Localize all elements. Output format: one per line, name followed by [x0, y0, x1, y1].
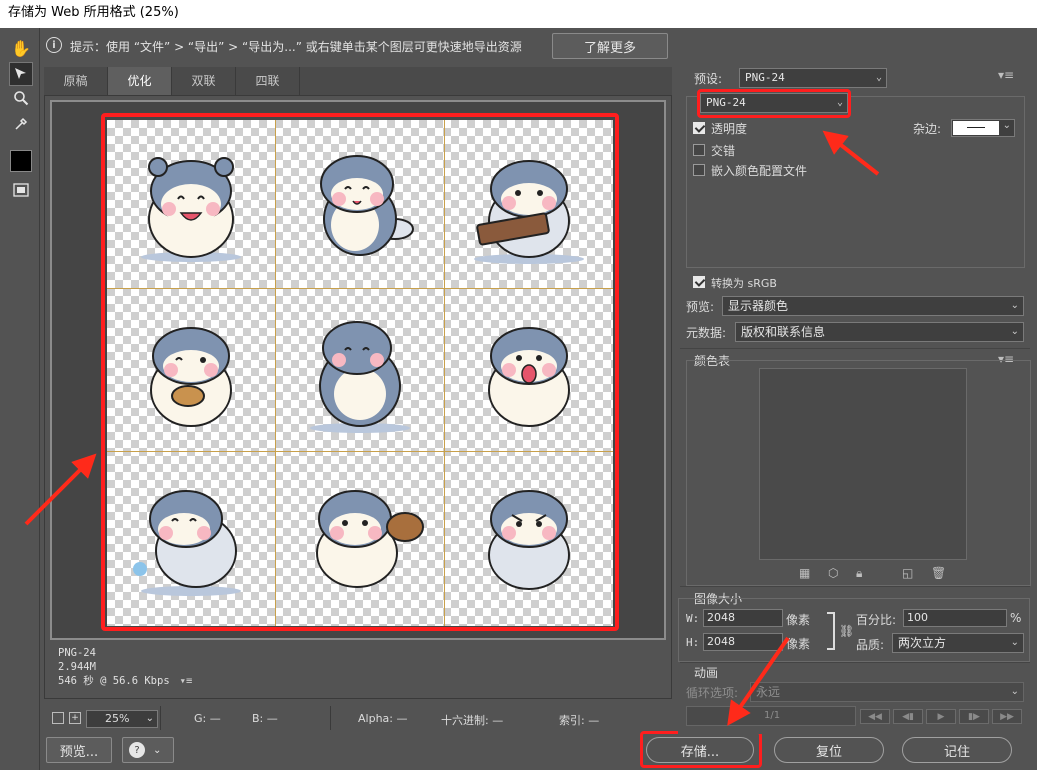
arrow-to-image [24, 453, 97, 526]
annotation-arrows [24, 130, 880, 726]
arrow-to-format [822, 130, 880, 176]
arrow-to-save [727, 636, 790, 726]
